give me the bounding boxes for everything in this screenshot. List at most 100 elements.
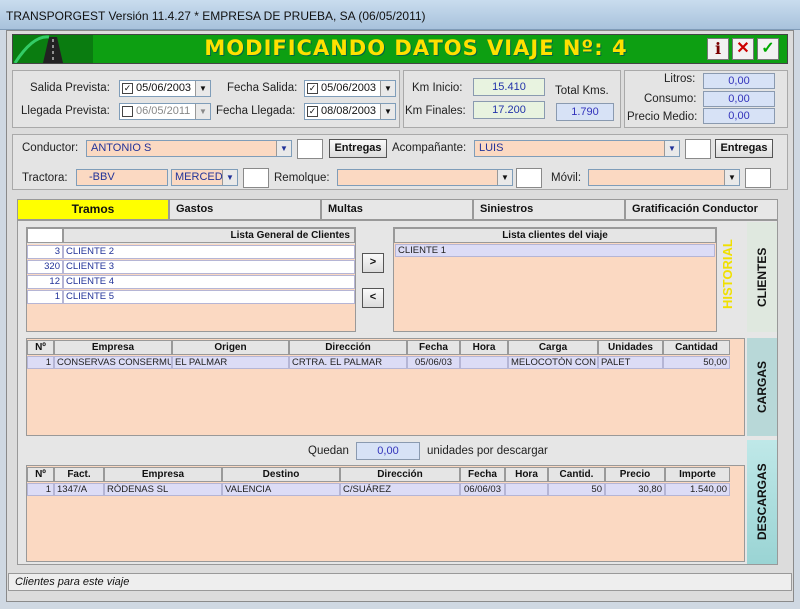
cargas-header-8: Cantidad (663, 340, 730, 355)
historial-label[interactable]: HISTORIAL (720, 228, 738, 320)
conductor-code-field[interactable] (297, 139, 323, 159)
table-cell[interactable] (460, 356, 508, 369)
descargas-header-7: Cantid. (548, 467, 605, 482)
tractora-select[interactable]: -BBV (76, 169, 168, 186)
table-cell[interactable]: C/SUÁREZ (340, 483, 460, 496)
list-item-count[interactable]: 12 (27, 275, 63, 289)
fecha-llegada-label: Fecha Llegada: (216, 105, 296, 117)
litros-label: Litros: (664, 73, 696, 85)
list-item-count[interactable]: 320 (27, 260, 63, 274)
descargas-header-5: Fecha (460, 467, 505, 482)
tab-siniestros[interactable]: Siniestros (473, 199, 625, 220)
conductor-label: Conductor: (22, 142, 79, 154)
chevron-down-icon[interactable]: ▼ (380, 81, 395, 96)
table-cell[interactable]: CONSERVAS CONSERMU (54, 356, 172, 369)
table-cell[interactable]: 1347/A (54, 483, 104, 496)
table-cell[interactable]: 30,80 (605, 483, 665, 496)
chevron-down-icon[interactable]: ▼ (724, 170, 739, 185)
chevron-down-icon[interactable]: ▼ (195, 81, 210, 96)
remove-client-button[interactable]: < (362, 288, 384, 308)
table-cell[interactable]: 50 (548, 483, 605, 496)
clientes-side-tab[interactable]: CLIENTES (747, 222, 777, 332)
checkbox-icon[interactable]: ✓ (122, 83, 133, 94)
acompanante-select[interactable]: LUIS ▼ (474, 140, 680, 157)
cargas-header-1: Empresa (54, 340, 172, 355)
list-item[interactable]: CLIENTE 3 (63, 260, 355, 274)
acompanante-entregas-button[interactable]: Entregas (715, 139, 773, 158)
descargas-header-2: Empresa (104, 467, 222, 482)
table-cell[interactable]: VALENCIA (222, 483, 340, 496)
table-cell[interactable]: 1.540,00 (665, 483, 730, 496)
quedan-suffix: unidades por descargar (427, 445, 548, 457)
fecha-llegada-field[interactable]: ✓ 08/08/2003 ▼ (304, 103, 396, 120)
acompanante-code-field[interactable] (685, 139, 711, 159)
llegada-prevista-field[interactable]: 06/05/2011 ▼ (119, 103, 211, 120)
table-cell[interactable]: PALET (598, 356, 663, 369)
list-item[interactable]: CLIENTE 5 (63, 290, 355, 304)
movil-code-field[interactable] (745, 168, 771, 188)
table-cell[interactable] (505, 483, 548, 496)
precio-medio-value: 0,00 (703, 108, 775, 124)
road-logo-icon (13, 35, 93, 64)
table-cell[interactable]: 05/06/03 (407, 356, 460, 369)
km-finales-field[interactable]: 17.200 (473, 101, 545, 119)
conductor-select[interactable]: ANTONIO S ▼ (86, 140, 292, 157)
info-icon[interactable]: i (707, 38, 729, 60)
window-titlebar: TRANSPORGEST Versión 11.4.27 * EMPRESA D… (0, 0, 800, 30)
list-item[interactable]: CLIENTE 2 (63, 245, 355, 259)
acompanante-label: Acompañante: (392, 142, 467, 154)
conductor-entregas-button[interactable]: Entregas (329, 139, 387, 158)
close-icon[interactable]: ✕ (732, 38, 754, 60)
checkbox-icon[interactable]: ✓ (307, 106, 318, 117)
descargas-header-8: Precio (605, 467, 665, 482)
remolque-code-field[interactable] (516, 168, 542, 188)
cargas-header-7: Unidades (598, 340, 663, 355)
salida-prevista-label: Salida Prevista: (30, 82, 110, 94)
tractora-location-select[interactable]: MERCED ▼ (171, 169, 238, 186)
llegada-prevista-label: Llegada Prevista: (21, 105, 110, 117)
tab-gratificacion[interactable]: Gratificación Conductor (625, 199, 778, 220)
total-kms-label: Total Kms. (555, 85, 609, 97)
table-cell[interactable]: 1 (27, 483, 54, 496)
table-cell[interactable]: 1 (27, 356, 54, 369)
descargas-header-0: Nº (27, 467, 54, 482)
table-cell[interactable]: MELOCOTÓN CON (508, 356, 598, 369)
tab-gastos[interactable]: Gastos (169, 199, 321, 220)
header-banner: MODIFICANDO DATOS VIAJE Nº: 4 i ✕ ✓ (12, 34, 788, 64)
chevron-down-icon[interactable]: ▼ (664, 141, 679, 156)
chevron-down-icon[interactable]: ▼ (497, 170, 512, 185)
km-inicio-field[interactable]: 15.410 (473, 78, 545, 96)
ok-icon[interactable]: ✓ (757, 38, 779, 60)
list-item[interactable]: CLIENTE 1 (395, 244, 715, 257)
tab-multas[interactable]: Multas (321, 199, 473, 220)
chevron-down-icon[interactable]: ▼ (276, 141, 291, 156)
fecha-salida-field[interactable]: ✓ 05/06/2003 ▼ (304, 80, 396, 97)
chevron-down-icon[interactable]: ▼ (222, 170, 237, 185)
table-cell[interactable]: 50,00 (663, 356, 730, 369)
chevron-down-icon[interactable]: ▼ (380, 104, 395, 119)
window-title: TRANSPORGEST Versión 11.4.27 * EMPRESA D… (6, 9, 426, 23)
status-bar: Clientes para este viaje (8, 573, 792, 591)
checkbox-icon[interactable] (122, 106, 133, 117)
list-item-count[interactable]: 3 (27, 245, 63, 259)
litros-value: 0,00 (703, 73, 775, 89)
tab-tramos[interactable]: Tramos (17, 199, 169, 220)
cargas-header-2: Origen (172, 340, 289, 355)
remolque-select[interactable]: ▼ (337, 169, 513, 186)
table-cell[interactable]: RÓDENAS SL (104, 483, 222, 496)
descargas-side-tab[interactable]: DESCARGAS (747, 440, 777, 564)
table-cell[interactable]: EL PALMAR (172, 356, 289, 369)
table-cell[interactable]: CRTRA. EL PALMAR (289, 356, 407, 369)
table-cell[interactable]: 06/06/03 (460, 483, 505, 496)
consumo-label: Consumo: (644, 93, 697, 105)
cargas-side-tab[interactable]: CARGAS (747, 338, 777, 436)
list-item-count[interactable]: 1 (27, 290, 63, 304)
list-item[interactable]: CLIENTE 4 (63, 275, 355, 289)
movil-select[interactable]: ▼ (588, 169, 740, 186)
chevron-down-icon[interactable]: ▼ (195, 104, 210, 119)
add-client-button[interactable]: > (362, 253, 384, 273)
salida-prevista-field[interactable]: ✓ 05/06/2003 ▼ (119, 80, 211, 97)
descargas-header-1: Fact. (54, 467, 104, 482)
tractora-code-field[interactable] (243, 168, 269, 188)
checkbox-icon[interactable]: ✓ (307, 83, 318, 94)
